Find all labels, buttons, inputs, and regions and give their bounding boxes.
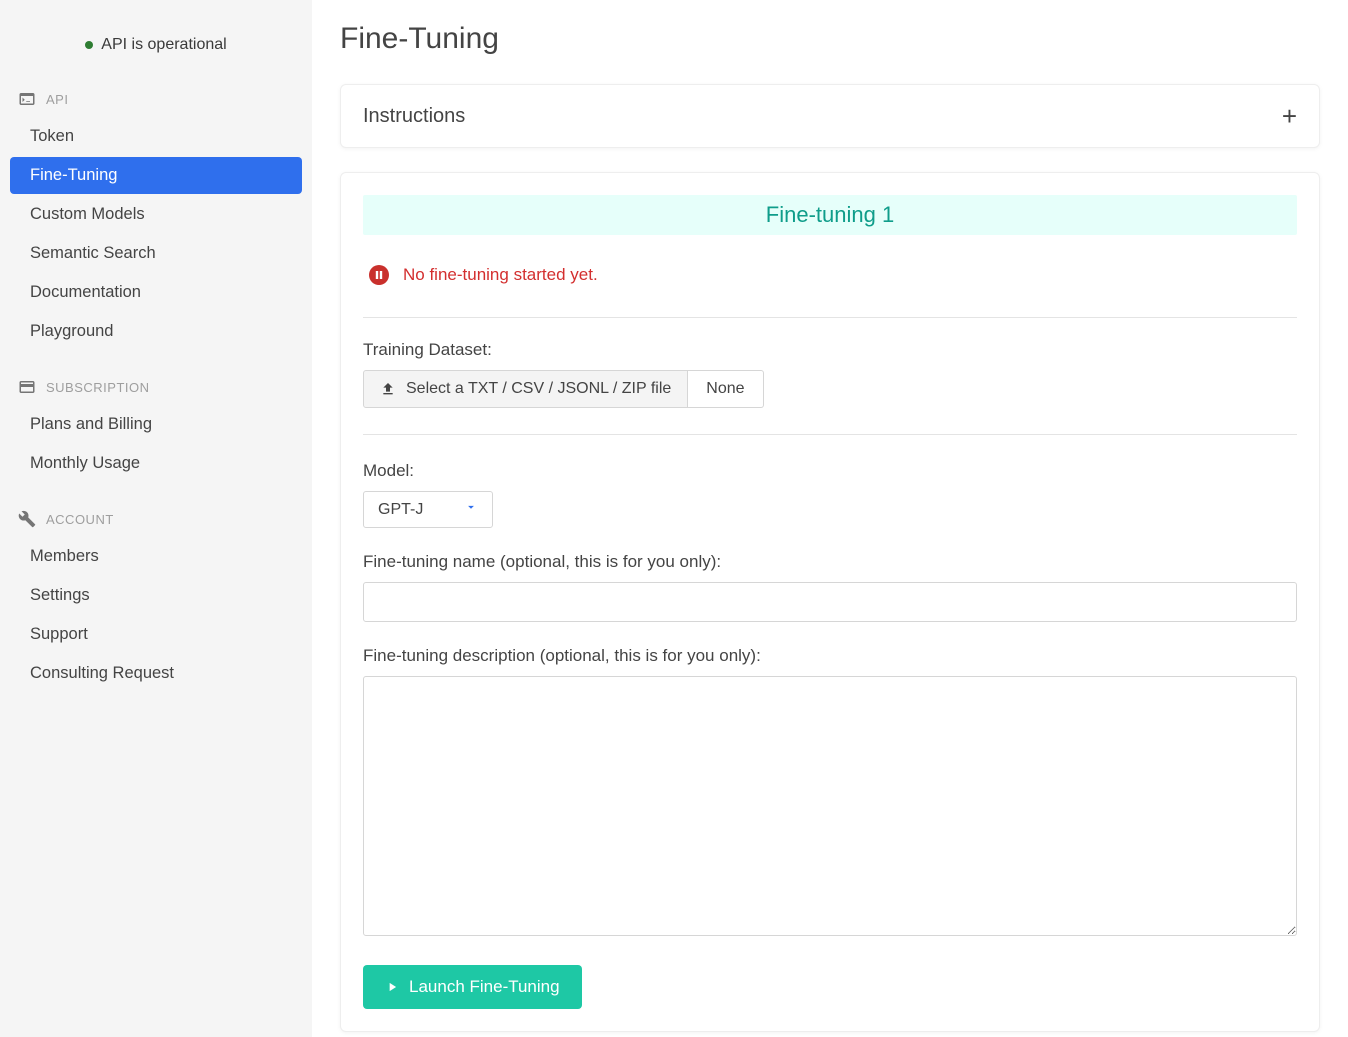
name-label: Fine-tuning name (optional, this is for … [363,552,1297,572]
api-status-text: API is operational [101,36,226,54]
description-input[interactable] [363,676,1297,936]
sidebar-item-fine-tuning[interactable]: Fine-Tuning [10,157,302,194]
name-input[interactable] [363,582,1297,622]
description-label: Fine-tuning description (optional, this … [363,646,1297,666]
fine-tuning-card: Fine-tuning 1 No fine-tuning started yet… [340,172,1320,1032]
sidebar-item-members[interactable]: Members [10,538,302,575]
sidebar-item-support[interactable]: Support [10,616,302,653]
sidebar-item-documentation[interactable]: Documentation [10,274,302,311]
upload-icon [380,381,396,397]
plus-icon[interactable]: + [1282,103,1297,129]
sidebar-item-semantic-search[interactable]: Semantic Search [10,235,302,272]
selected-file-name: None [688,370,763,408]
model-value: GPT-J [378,501,423,519]
sidebar-item-custom-models[interactable]: Custom Models [10,196,302,233]
model-label: Model: [363,461,1297,481]
section-subscription-label: SUBSCRIPTION [46,380,150,395]
terminal-icon [18,90,36,108]
sidebar-item-monthly-usage[interactable]: Monthly Usage [10,445,302,482]
section-account-header: ACCOUNT [0,502,312,538]
fine-tuning-status-text: No fine-tuning started yet. [403,265,598,285]
instructions-card[interactable]: Instructions + [340,84,1320,148]
api-status: API is operational [0,24,312,82]
section-api-header: API [0,82,312,118]
sidebar-item-playground[interactable]: Playground [10,313,302,350]
section-subscription-header: SUBSCRIPTION [0,370,312,406]
play-icon [385,980,399,994]
sidebar-item-consulting-request[interactable]: Consulting Request [10,655,302,692]
launch-button[interactable]: Launch Fine-Tuning [363,965,582,1009]
select-file-label: Select a TXT / CSV / JSONL / ZIP file [406,380,671,398]
sidebar: API is operational API Token Fine-Tuning… [0,0,312,1037]
status-dot-icon [85,41,93,49]
select-file-button[interactable]: Select a TXT / CSV / JSONL / ZIP file [363,370,688,408]
fine-tuning-banner: Fine-tuning 1 [363,195,1297,235]
tools-icon [18,510,36,528]
section-api-label: API [46,92,68,107]
sidebar-item-plans-billing[interactable]: Plans and Billing [10,406,302,443]
pause-icon [369,265,389,285]
launch-label: Launch Fine-Tuning [409,977,560,997]
sidebar-item-token[interactable]: Token [10,118,302,155]
section-account-label: ACCOUNT [46,512,114,527]
instructions-title: Instructions [363,105,465,128]
main-content: Fine-Tuning Instructions + Fine-tuning 1… [312,0,1348,1037]
chevron-down-icon [464,500,478,519]
credit-card-icon [18,378,36,396]
sidebar-item-settings[interactable]: Settings [10,577,302,614]
training-dataset-label: Training Dataset: [363,340,1297,360]
page-title: Fine-Tuning [340,22,1320,56]
model-select[interactable]: GPT-J [363,491,493,528]
